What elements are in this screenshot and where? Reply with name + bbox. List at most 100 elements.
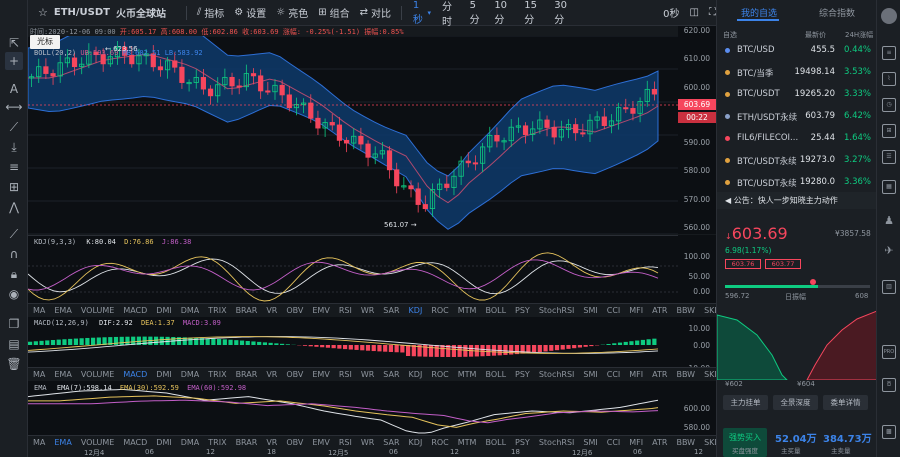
indicator-tab[interactable]: OBV [286, 438, 303, 447]
interval-30m[interactable]: 30分 [554, 0, 573, 26]
star-icon[interactable]: ☆ [38, 6, 48, 19]
storage-icon[interactable]: ▥ [882, 280, 896, 294]
panorama-depth-button[interactable]: 全景深度 [773, 395, 818, 410]
indicator-tab[interactable]: TRIX [208, 306, 226, 315]
watchlist-row[interactable]: BTC/USD 455.5 0.44% [717, 40, 877, 62]
order-details-button[interactable]: 委单详情 [823, 395, 868, 410]
indicator-tab[interactable]: MA [33, 370, 45, 379]
theme-button[interactable]: ☼ 亮色 [276, 5, 308, 20]
trash-icon[interactable]: 🗑︎ [5, 355, 23, 373]
clipboard-icon[interactable]: ▤ [5, 335, 23, 353]
candlestick-chart[interactable] [27, 12, 678, 235]
ray-icon[interactable]: ⤓ [5, 138, 23, 156]
camera-icon[interactable]: ◫ [690, 7, 699, 18]
main-chart-panel[interactable] [27, 12, 678, 235]
indicator-tab[interactable]: OBV [286, 306, 303, 315]
watchlist-row[interactable]: FIL6/FILECOI... 25.44 1.64% [717, 128, 877, 150]
indicator-tab[interactable]: SMI [583, 370, 597, 379]
indicator-tab[interactable]: BBW [676, 306, 695, 315]
indicator-tab[interactable]: EMA [54, 306, 71, 315]
indicators-button[interactable]: ⫽ 指标 [197, 5, 224, 20]
indicator-tab[interactable]: BOLL [485, 438, 506, 447]
indicator-tab[interactable]: BRAR [236, 306, 258, 315]
indicator-tab[interactable]: BRAR [236, 370, 258, 379]
indicator-tab[interactable]: SAR [383, 306, 399, 315]
compass-icon[interactable]: ✈ [882, 245, 896, 259]
indicator-tab[interactable]: KDJ [409, 306, 423, 315]
indicator-tab[interactable]: MFI [629, 306, 643, 315]
indicator-tab[interactable]: EMA [54, 370, 71, 379]
indicator-tab[interactable]: TRIX [208, 370, 226, 379]
ruler-icon[interactable]: ⟋ [5, 225, 23, 243]
indicator-tab[interactable]: DMA [181, 306, 200, 315]
indicator-tab[interactable]: MACD [123, 306, 147, 315]
interval-10m[interactable]: 10分 [494, 0, 513, 26]
depth-chart[interactable] [717, 305, 877, 380]
indicator-tab[interactable]: WR [361, 438, 374, 447]
indicator-tab[interactable]: MTM [458, 370, 477, 379]
indicator-tab[interactable]: MTM [458, 438, 477, 447]
announcement-bar[interactable]: ◀︎ 公告：快人一步知晓主力动作 [717, 192, 877, 209]
clock-icon[interactable]: ◷ [882, 98, 896, 112]
indicator-tab[interactable]: MA [33, 438, 45, 447]
indicator-tab[interactable]: WR [361, 306, 374, 315]
indicator-tab[interactable]: MA [33, 306, 45, 315]
pattern-icon[interactable]: ⋀ [5, 198, 23, 216]
indicator-tab[interactable]: VR [266, 370, 277, 379]
symbol-title[interactable]: ETH/USDT [54, 7, 110, 18]
tab-composite-index[interactable]: 综合指数 [819, 6, 855, 19]
indicator-tab[interactable]: BOLL [485, 370, 506, 379]
main-price-axis[interactable]: 620.00 610.00 600.00 590.00 580.00 570.0… [678, 26, 716, 234]
indicator-tab[interactable]: BOLL [485, 306, 506, 315]
interval-5m[interactable]: 5分 [470, 0, 484, 26]
indicator-tab[interactable]: PSY [515, 306, 530, 315]
indicator-tab[interactable]: MACD [123, 438, 147, 447]
layers-icon[interactable]: ❐ [5, 315, 23, 333]
indicator-tab[interactable]: EMA [54, 438, 71, 447]
lock-icon[interactable]: 🔒︎ [5, 265, 23, 283]
document-icon[interactable]: ≡ [882, 46, 896, 60]
indicator-tab[interactable]: WR [361, 370, 374, 379]
calculator-icon[interactable]: ▩ [882, 425, 896, 439]
tab-watchlist[interactable]: 我的自选 [741, 6, 777, 19]
watchlist-row[interactable]: BTC/USDT永续 19280.0 3.36% [717, 172, 877, 190]
indicator-tab[interactable]: EMV [312, 438, 329, 447]
indicator-tab[interactable]: KDJ [409, 438, 423, 447]
fullscreen-icon[interactable]: ⛶ [709, 7, 716, 18]
indicator-tab[interactable]: RSI [339, 438, 352, 447]
indicator-tab[interactable]: KDJ [409, 370, 423, 379]
indicator-tab[interactable]: VOLUME [81, 438, 115, 447]
indicator-tab[interactable]: VR [266, 438, 277, 447]
indicator-tab[interactable]: VR [266, 306, 277, 315]
indicator-tab[interactable]: MFI [629, 370, 643, 379]
cursor-icon[interactable]: ⇱ [5, 34, 23, 52]
indicator-tab[interactable]: EMV [312, 306, 329, 315]
indicator-tab[interactable]: DMI [156, 370, 171, 379]
indicator-tab[interactable]: MTM [458, 306, 477, 315]
chevron-down-icon[interactable]: ▾ [427, 9, 431, 17]
indicator-tab[interactable]: RSI [339, 370, 352, 379]
pro-icon[interactable]: PRO [882, 345, 896, 359]
compare-button[interactable]: ⇄ 对比 [360, 5, 391, 20]
indicator-tab[interactable]: StochRSI [539, 370, 575, 379]
parallel-channel-icon[interactable]: ≡ [5, 158, 23, 176]
settings-button[interactable]: ⚙ 设置 [234, 5, 266, 20]
indicator-tab[interactable]: SMI [583, 438, 597, 447]
indicator-tab[interactable]: MFI [629, 438, 643, 447]
magnet-icon[interactable]: ∩ [5, 245, 23, 263]
indicator-tab[interactable]: CCI [607, 370, 621, 379]
indicator-tab[interactable]: CCI [607, 438, 621, 447]
user-icon[interactable]: ♟ [882, 215, 896, 229]
indicator-tab[interactable]: SAR [383, 370, 399, 379]
combo-button[interactable]: ⊞ 组合 [318, 5, 349, 20]
indicator-tab[interactable]: StochRSI [539, 438, 575, 447]
indicator-tab[interactable]: ROC [431, 306, 448, 315]
grid-icon[interactable]: ⊞ [882, 124, 896, 138]
chart-icon[interactable]: ⌇ [882, 72, 896, 86]
indicator-tab[interactable]: DMI [156, 438, 171, 447]
trend-line-icon[interactable]: ⟋ [5, 118, 23, 136]
indicator-tab[interactable]: MACD [123, 370, 147, 379]
indicator-tab[interactable]: EMV [312, 370, 329, 379]
time-axis[interactable]: 12月4 06 12 18 12月5 06 12 18 12月6 06 12 [28, 448, 716, 457]
indicator-tab[interactable]: SMI [583, 306, 597, 315]
